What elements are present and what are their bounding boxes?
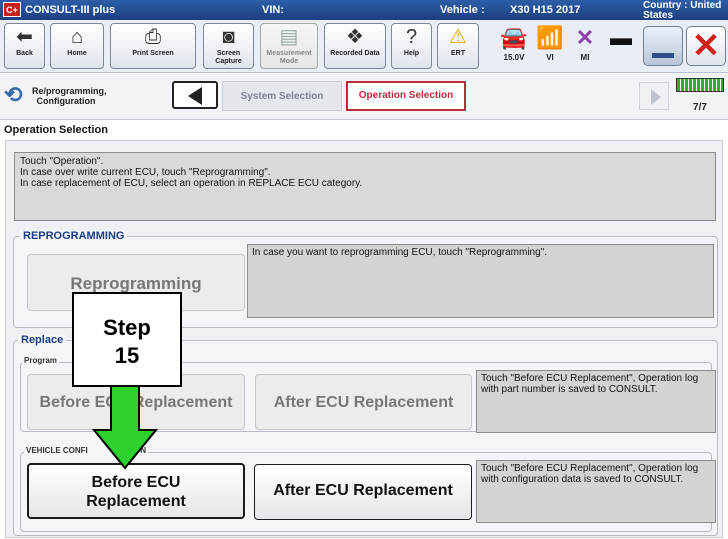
left-triangle-icon: [188, 87, 202, 105]
battery-voltage-status: 🚘 15.0V: [498, 23, 530, 69]
country-label: Country : United States: [643, 0, 722, 21]
step-label: Step: [103, 315, 151, 340]
vehicle-configuration-description: Touch "Before ECU Replacement", Operatio…: [476, 460, 716, 523]
measurement-icon: ▤: [279, 26, 299, 48]
instruction-line: Touch "Operation".: [20, 156, 104, 167]
print-screen-button[interactable]: ⎙ Print Screen: [110, 23, 196, 69]
back-button[interactable]: ⬅ Back: [4, 23, 45, 69]
vehicle-value: X30 H15 2017: [510, 4, 581, 16]
camera-icon: ◙: [222, 26, 235, 48]
minimize-button[interactable]: [643, 26, 683, 66]
help-icon: ?: [405, 26, 418, 48]
signal-icon: 📶: [536, 25, 564, 50]
vi-status: 📶 VI: [536, 25, 564, 62]
close-icon: ✕: [691, 27, 721, 65]
vin-label: VIN:: [262, 4, 284, 16]
vehicle-configuration-before-ecu-replacement-button[interactable]: Before ECU Replacement: [27, 463, 245, 519]
home-icon: ⌂: [70, 26, 84, 48]
right-triangle-icon: [651, 89, 661, 105]
disconnected-icon: ✕: [575, 25, 595, 50]
reprogramming-title: REPROGRAMMING: [20, 230, 128, 242]
breadcrumb: ⟲ Re/programming, Configuration System S…: [0, 74, 728, 120]
battery-gauge: [676, 78, 724, 92]
reprogramming-description: In case you want to reprogramming ECU, t…: [247, 244, 714, 318]
printer-icon: ⎙: [145, 26, 161, 48]
replace-ecu-title: Replace: [18, 334, 67, 346]
step-callout: Step 15: [72, 292, 182, 387]
instruction-line: In case replacement of ECU, select an op…: [20, 178, 363, 189]
recorded-data-icon: ❖: [346, 26, 364, 48]
minimize-icon: [652, 53, 674, 58]
home-button[interactable]: ⌂ Home: [50, 23, 104, 69]
recorded-data-button[interactable]: ❖ Recorded Data: [324, 23, 386, 69]
step-number: 15: [114, 343, 140, 368]
ert-button[interactable]: ⚠ ERT: [437, 23, 479, 69]
app-title: CONSULT-III plus: [25, 4, 116, 16]
programming-description: Touch "Before ECU Replacement", Operatio…: [476, 370, 716, 433]
help-button[interactable]: ? Help: [391, 23, 432, 69]
next-page-button[interactable]: [639, 82, 669, 110]
reprogramming-icon: ⟲: [4, 82, 23, 107]
down-arrow-icon: [92, 386, 158, 470]
device-icon: ▬: [610, 25, 632, 50]
measurement-mode-button[interactable]: ▤ Measurement Mode: [260, 23, 318, 69]
back-arrow-icon: ⬅: [16, 26, 33, 48]
close-button[interactable]: ✕: [686, 26, 726, 66]
mi-status: ✕ MI: [570, 23, 600, 69]
page-count: 7/7: [693, 102, 707, 113]
app-logo: C+: [3, 2, 21, 17]
previous-page-button[interactable]: [172, 81, 218, 109]
toolbar: ⬅ Back ⌂ Home ⎙ Print Screen ◙ Screen Ca…: [0, 20, 728, 73]
vehicle-configuration-after-ecu-replacement-button[interactable]: After ECU Replacement: [254, 464, 472, 520]
page-title: Operation Selection: [4, 124, 108, 136]
instructions-box: Touch "Operation". In case over write cu…: [14, 152, 716, 221]
title-bar: C+ CONSULT-III plus VIN: Vehicle : X30 H…: [0, 0, 728, 21]
vehicle-label: Vehicle :: [440, 4, 485, 16]
instruction-line: In case over write current ECU, touch "R…: [20, 167, 271, 178]
breadcrumb-operation-selection: Operation Selection: [346, 81, 466, 111]
breadcrumb-reprogramming[interactable]: ⟲ Re/programming, Configuration: [4, 80, 107, 112]
screen-capture-button[interactable]: ◙ Screen Capture: [203, 23, 254, 69]
after-ecu-replacement-button[interactable]: After ECU Replacement: [255, 374, 472, 430]
breadcrumb-system-selection[interactable]: System Selection: [222, 81, 342, 111]
programming-subtitle: Program: [22, 356, 59, 365]
device-status: ▬: [606, 23, 636, 69]
warning-icon: ⚠: [449, 26, 467, 48]
car-icon: 🚘: [500, 25, 528, 50]
